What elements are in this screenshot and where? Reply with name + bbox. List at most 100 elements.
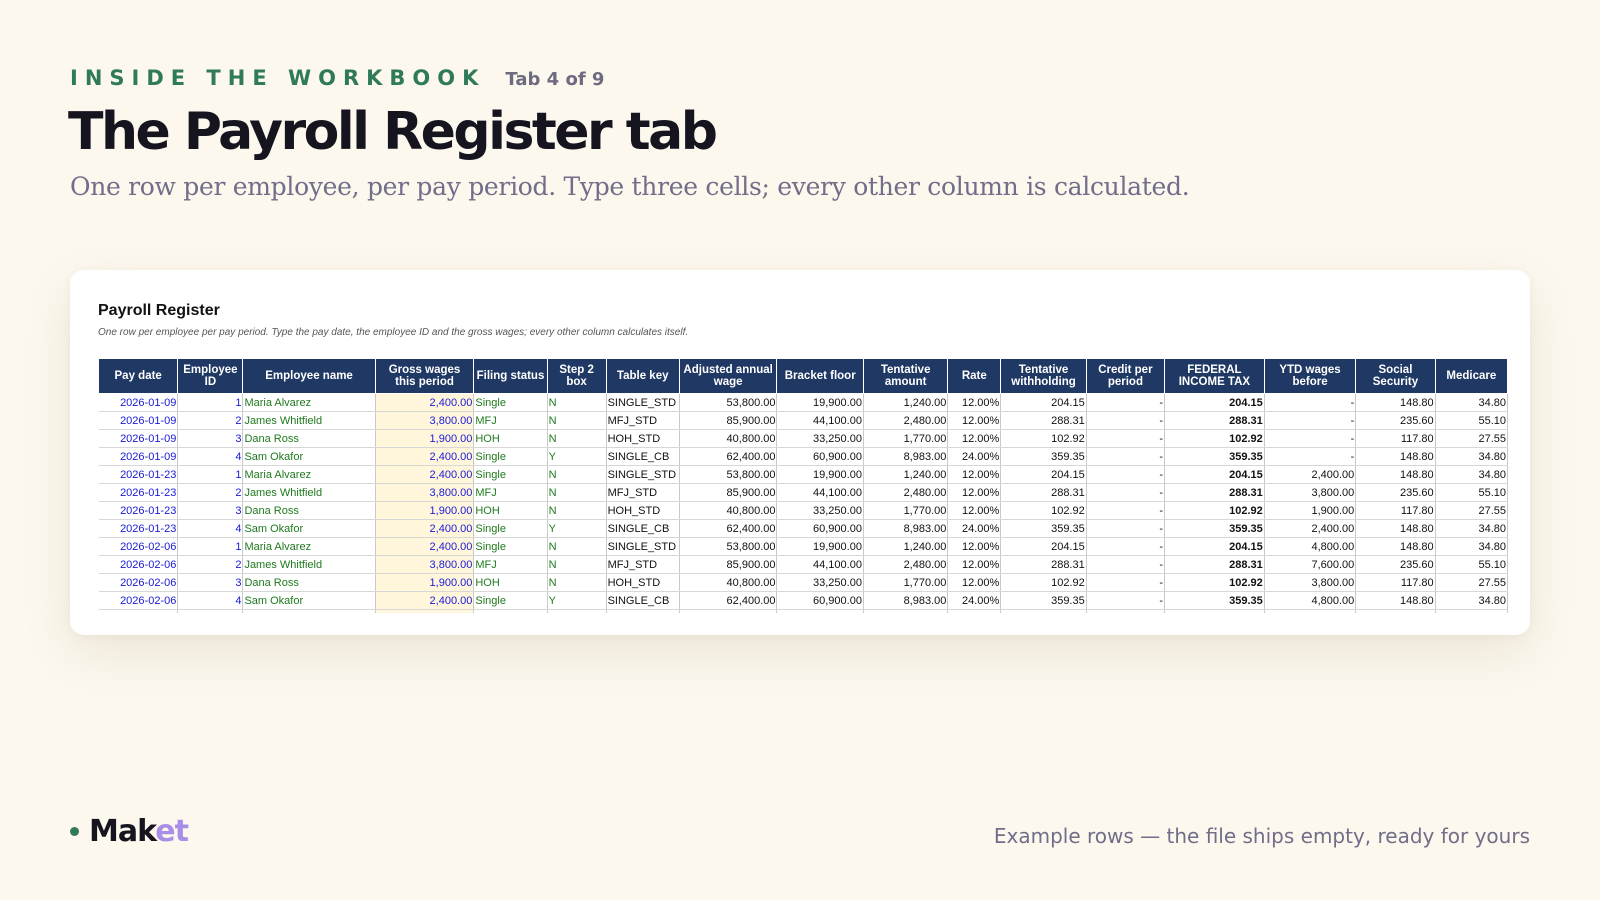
cell-adjusted-annual-wage[interactable]: 62,400.00: [679, 519, 778, 538]
cell-step2-box[interactable]: N: [547, 573, 607, 592]
cell-gross-wages[interactable]: 1,900.00: [375, 501, 475, 520]
cell-gross-wages[interactable]: 3,800.00: [375, 411, 475, 430]
cell-table-key[interactable]: MFJ_STD: [606, 411, 680, 430]
cell-medicare[interactable]: 34.80: [1435, 465, 1508, 484]
cell-bracket-floor[interactable]: 19,900.00: [776, 537, 864, 556]
cell-social-security[interactable]: 235.60: [1355, 555, 1436, 574]
cell-employee-id[interactable]: 4: [177, 591, 244, 610]
cell-credit-per-period[interactable]: -: [1086, 591, 1166, 610]
cell-tentative-withholding[interactable]: 288.31: [1000, 555, 1087, 574]
cell-employee-name[interactable]: Maria Alvarez: [242, 465, 376, 484]
cell-credit-per-period[interactable]: -: [1086, 483, 1166, 502]
cell-empty[interactable]: [242, 609, 376, 613]
cell-social-security[interactable]: 117.80: [1355, 501, 1436, 520]
cell-filing-status[interactable]: Single: [473, 393, 548, 412]
cell-medicare[interactable]: 55.10: [1435, 555, 1508, 574]
cell-pay-date[interactable]: 2026-02-06: [98, 573, 179, 592]
cell-tentative-amount[interactable]: 8,983.00: [863, 519, 949, 538]
cell-federal-income-tax[interactable]: 204.15: [1164, 465, 1265, 484]
cell-federal-income-tax[interactable]: 288.31: [1164, 483, 1265, 502]
cell-table-key[interactable]: MFJ_STD: [606, 555, 680, 574]
cell-step2-box[interactable]: Y: [547, 591, 607, 610]
cell-tentative-amount[interactable]: 8,983.00: [863, 591, 949, 610]
cell-tentative-withholding[interactable]: 204.15: [1000, 465, 1087, 484]
column-header-tentative-withholding[interactable]: Tentative withholding: [1000, 358, 1087, 394]
cell-federal-income-tax[interactable]: 359.35: [1164, 591, 1265, 610]
cell-filing-status[interactable]: Single: [473, 465, 548, 484]
cell-federal-income-tax[interactable]: 102.92: [1164, 501, 1265, 520]
cell-adjusted-annual-wage[interactable]: 85,900.00: [679, 483, 778, 502]
cell-employee-id[interactable]: 3: [177, 573, 244, 592]
cell-rate[interactable]: 12.00%: [947, 537, 1002, 556]
cell-tentative-amount[interactable]: 2,480.00: [863, 555, 949, 574]
cell-employee-id[interactable]: 3: [177, 429, 244, 448]
cell-bracket-floor[interactable]: 33,250.00: [776, 573, 864, 592]
cell-empty[interactable]: [947, 609, 1002, 613]
cell-ytd-wages-before[interactable]: 4,800.00: [1264, 591, 1357, 610]
cell-step2-box[interactable]: N: [547, 501, 607, 520]
cell-employee-name[interactable]: James Whitfield: [242, 411, 376, 430]
cell-bracket-floor[interactable]: 33,250.00: [776, 429, 864, 448]
column-header-tentative-amount[interactable]: Tentative amount: [862, 358, 949, 394]
cell-bracket-floor[interactable]: 33,250.00: [776, 501, 864, 520]
cell-step2-box[interactable]: N: [547, 483, 607, 502]
cell-rate[interactable]: 12.00%: [947, 429, 1002, 448]
column-header-employee-name[interactable]: Employee name: [242, 358, 376, 394]
cell-tentative-amount[interactable]: 1,770.00: [863, 429, 949, 448]
cell-bracket-floor[interactable]: 19,900.00: [776, 465, 864, 484]
cell-empty[interactable]: [1264, 609, 1357, 613]
cell-ytd-wages-before[interactable]: 2,400.00: [1264, 465, 1357, 484]
cell-adjusted-annual-wage[interactable]: 62,400.00: [679, 591, 778, 610]
cell-step2-box[interactable]: N: [547, 429, 607, 448]
cell-credit-per-period[interactable]: -: [1086, 465, 1166, 484]
cell-tentative-amount[interactable]: 1,240.00: [863, 393, 949, 412]
cell-empty[interactable]: [1435, 609, 1508, 613]
cell-pay-date[interactable]: 2026-01-23: [98, 519, 179, 538]
cell-step2-box[interactable]: Y: [547, 519, 607, 538]
cell-bracket-floor[interactable]: 44,100.00: [776, 483, 864, 502]
cell-employee-name[interactable]: Sam Okafor: [242, 447, 376, 466]
cell-table-key[interactable]: SINGLE_CB: [606, 591, 680, 610]
cell-social-security[interactable]: 148.80: [1355, 447, 1436, 466]
cell-tentative-withholding[interactable]: 102.92: [1000, 501, 1087, 520]
cell-empty[interactable]: [177, 609, 244, 613]
cell-tentative-withholding[interactable]: 288.31: [1000, 411, 1087, 430]
cell-bracket-floor[interactable]: 60,900.00: [776, 519, 864, 538]
cell-adjusted-annual-wage[interactable]: 53,800.00: [679, 537, 778, 556]
cell-table-key[interactable]: MFJ_STD: [606, 483, 680, 502]
cell-rate[interactable]: 24.00%: [947, 591, 1002, 610]
cell-tentative-amount[interactable]: 1,770.00: [863, 573, 949, 592]
cell-pay-date[interactable]: 2026-02-06: [98, 591, 179, 610]
cell-pay-date[interactable]: 2026-01-23: [98, 465, 179, 484]
cell-step2-box[interactable]: Y: [547, 447, 607, 466]
cell-gross-wages[interactable]: 1,900.00: [375, 573, 475, 592]
cell-rate[interactable]: 12.00%: [947, 573, 1002, 592]
cell-employee-name[interactable]: Maria Alvarez: [242, 537, 376, 556]
cell-ytd-wages-before[interactable]: 4,800.00: [1264, 537, 1357, 556]
cell-table-key[interactable]: SINGLE_STD: [606, 465, 680, 484]
cell-social-security[interactable]: 117.80: [1355, 573, 1436, 592]
cell-bracket-floor[interactable]: 60,900.00: [776, 591, 864, 610]
cell-medicare[interactable]: 55.10: [1435, 483, 1508, 502]
cell-employee-name[interactable]: James Whitfield: [242, 555, 376, 574]
cell-ytd-wages-before[interactable]: 3,800.00: [1264, 483, 1357, 502]
cell-rate[interactable]: 24.00%: [947, 519, 1002, 538]
column-header-bracket-floor[interactable]: Bracket floor: [776, 358, 864, 394]
cell-ytd-wages-before[interactable]: -: [1264, 429, 1357, 448]
cell-pay-date[interactable]: 2026-01-09: [98, 429, 179, 448]
cell-empty[interactable]: [776, 609, 864, 613]
cell-pay-date[interactable]: 2026-01-09: [98, 447, 179, 466]
cell-social-security[interactable]: 148.80: [1355, 519, 1436, 538]
cell-rate[interactable]: 12.00%: [947, 465, 1002, 484]
cell-ytd-wages-before[interactable]: -: [1264, 393, 1357, 412]
cell-table-key[interactable]: HOH_STD: [606, 501, 680, 520]
cell-table-key[interactable]: SINGLE_CB: [606, 447, 680, 466]
cell-tentative-amount[interactable]: 8,983.00: [863, 447, 949, 466]
column-header-rate[interactable]: Rate: [947, 358, 1002, 394]
cell-social-security[interactable]: 117.80: [1355, 429, 1436, 448]
cell-federal-income-tax[interactable]: 288.31: [1164, 555, 1265, 574]
cell-pay-date[interactable]: 2026-01-09: [98, 411, 179, 430]
cell-employee-name[interactable]: Sam Okafor: [242, 591, 376, 610]
cell-credit-per-period[interactable]: -: [1086, 501, 1166, 520]
cell-adjusted-annual-wage[interactable]: 85,900.00: [679, 555, 778, 574]
